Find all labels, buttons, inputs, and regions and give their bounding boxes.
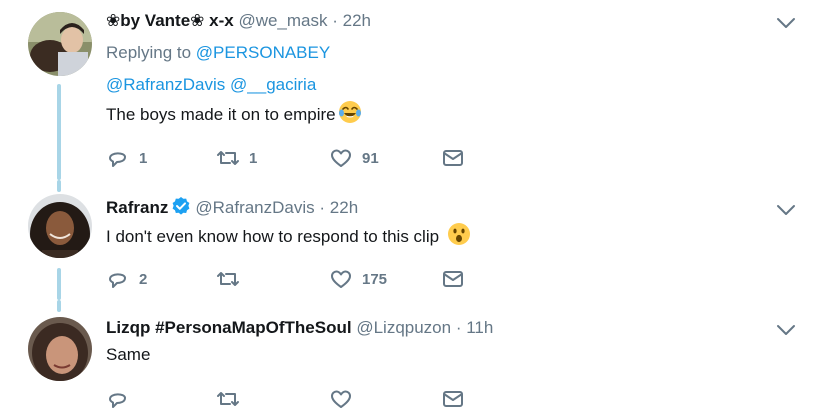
heart-icon xyxy=(331,149,351,167)
retweet-button[interactable] xyxy=(216,387,249,411)
chevron-down-icon[interactable] xyxy=(776,203,796,217)
separator: · xyxy=(455,318,462,337)
face-with-open-mouth-icon xyxy=(448,223,471,245)
separator: · xyxy=(319,198,326,217)
tweet-text-content: The boys made it on to empire xyxy=(106,105,336,124)
replying-to-link[interactable]: @PERSONABEY xyxy=(196,43,330,62)
avatar-image xyxy=(28,12,92,76)
tweet-header: ❀by Vante❀ x-x @we_mask · 22h xyxy=(106,9,371,33)
chevron-down-icon[interactable] xyxy=(776,323,796,337)
mention-link[interactable]: @RafranzDavis xyxy=(106,75,225,94)
envelope-icon xyxy=(443,150,463,166)
heart-icon xyxy=(331,390,351,408)
display-name[interactable]: ❀by Vante❀ x-x xyxy=(106,11,234,30)
separator: · xyxy=(332,11,338,30)
envelope-icon xyxy=(443,391,463,407)
handle[interactable]: @we_mask xyxy=(238,11,327,30)
avatar-image xyxy=(28,317,92,381)
reply-count: 2 xyxy=(139,270,148,288)
tweet-1[interactable]: ❀by Vante❀ x-x @we_mask · 22h Replying t… xyxy=(0,0,838,180)
handle[interactable]: @Lizqpuzon xyxy=(356,318,451,337)
avatar[interactable] xyxy=(28,317,92,381)
envelope-icon xyxy=(443,271,463,287)
face-with-tears-of-joy-icon xyxy=(338,101,361,123)
like-count: 91 xyxy=(362,149,379,167)
tweet-text: The boys made it on to empire xyxy=(106,100,362,127)
thread-line xyxy=(57,300,61,312)
mentions: @RafranzDavis @__gaciria xyxy=(106,73,316,97)
like-button[interactable]: 175 xyxy=(329,267,387,291)
tweet-text-content: I don't even know how to respond to this… xyxy=(106,227,440,246)
tweet-2[interactable]: Rafranz @RafranzDavis · 22h I don't even… xyxy=(0,180,838,300)
direct-message-button[interactable] xyxy=(441,267,465,291)
handle[interactable]: @RafranzDavis xyxy=(195,198,314,217)
avatar-image xyxy=(28,194,92,258)
tweet-header: Rafranz @RafranzDavis · 22h xyxy=(106,196,358,220)
like-count: 175 xyxy=(362,270,388,288)
thread-line xyxy=(57,268,61,300)
tweet-actions: 2 175 xyxy=(106,267,506,291)
reply-icon xyxy=(109,152,126,167)
reply-button[interactable]: 2 xyxy=(106,267,147,291)
thread-line xyxy=(57,180,61,192)
chevron-down-icon[interactable] xyxy=(776,16,796,30)
mention-link[interactable]: @__gaciria xyxy=(230,75,316,94)
retweet-button[interactable] xyxy=(216,267,249,291)
timestamp[interactable]: 22h xyxy=(343,11,371,30)
direct-message-button[interactable] xyxy=(441,387,465,411)
retweet-button[interactable]: 1 xyxy=(216,146,257,170)
display-name[interactable]: Rafranz xyxy=(106,198,168,217)
reply-button[interactable]: 1 xyxy=(106,146,147,170)
reply-icon xyxy=(109,273,126,288)
replying-to-label: Replying to xyxy=(106,43,192,62)
timestamp[interactable]: 11h xyxy=(466,318,493,337)
tweet-3[interactable]: Lizqp #PersonaMapOfTheSoul @Lizqpuzon · … xyxy=(0,300,838,417)
retweet-icon xyxy=(217,151,239,165)
display-name[interactable]: Lizqp #PersonaMapOfTheSoul xyxy=(106,318,352,337)
reply-icon xyxy=(109,393,126,408)
avatar[interactable] xyxy=(28,194,92,258)
retweet-icon xyxy=(217,392,239,406)
heart-icon xyxy=(331,270,351,288)
tweet-text: Same xyxy=(106,343,150,367)
tweet-text-content: Same xyxy=(106,345,151,364)
avatar[interactable] xyxy=(28,12,92,76)
timestamp[interactable]: 22h xyxy=(330,198,358,217)
tweet-text: I don't even know how to respond to this… xyxy=(106,222,471,249)
reply-button[interactable] xyxy=(106,387,139,411)
direct-message-button[interactable] xyxy=(441,146,465,170)
tweet-actions xyxy=(106,387,506,411)
verified-badge-icon xyxy=(172,197,190,215)
replying-to: Replying to @PERSONABEY xyxy=(106,41,330,65)
retweet-icon xyxy=(217,272,239,286)
thread-line xyxy=(57,84,61,180)
tweet-actions: 1 1 91 xyxy=(106,146,506,170)
tweet-header: Lizqp #PersonaMapOfTheSoul @Lizqpuzon · … xyxy=(106,316,493,340)
reply-count: 1 xyxy=(139,149,148,167)
retweet-count: 1 xyxy=(249,149,258,167)
like-button[interactable] xyxy=(329,387,362,411)
like-button[interactable]: 91 xyxy=(329,146,379,170)
